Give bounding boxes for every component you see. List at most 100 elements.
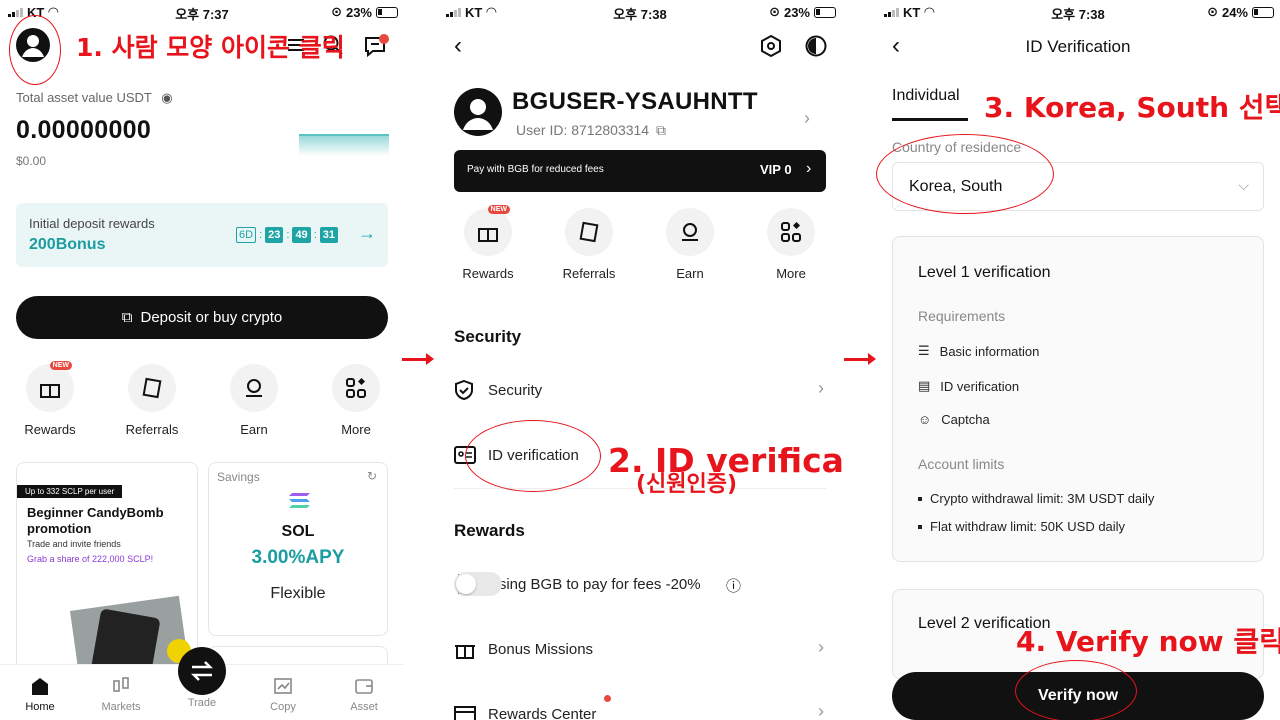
gift-icon: NEW [464, 205, 512, 256]
requirement-text: ID verification [940, 378, 1020, 394]
savings-coin: SOL [281, 523, 315, 540]
savings-type: Flexible [270, 585, 326, 602]
promo-timer: 6D: 23: 49: 31 [236, 227, 338, 243]
tab-underline [892, 118, 968, 121]
tab-home[interactable]: Home [10, 675, 70, 713]
bgb-fee-toggle[interactable] [454, 572, 502, 596]
person-list-icon: ☰ [918, 343, 930, 358]
quick-action-label: Earn [240, 422, 268, 437]
earn-icon [666, 208, 714, 256]
limit-crypto: Crypto withdrawal limit: 3M USDT daily [918, 491, 1154, 506]
battery-icon [814, 6, 836, 18]
referral-icon [128, 364, 176, 412]
battery-percent: 24% [1221, 4, 1248, 20]
quick-action-earn[interactable]: Earn [214, 364, 294, 437]
quick-action-label: More [776, 266, 806, 281]
flow-arrow-2 [844, 353, 876, 365]
markets-icon [113, 677, 129, 692]
chevron-right-icon: › [818, 637, 824, 657]
sol-logo-icon [288, 491, 312, 511]
candybomb-tag: Up to 332 SCLP per user [17, 485, 123, 498]
tab-individual[interactable]: Individual [892, 87, 960, 105]
battery: ⊙ 23% [769, 4, 836, 20]
swap-icon [190, 661, 214, 681]
menu-row-rewards-center[interactable]: Rewards Center › [454, 695, 826, 720]
deposit-button-label: Deposit or buy crypto [140, 309, 283, 326]
menu-row-label: Bonus Missions [488, 641, 594, 658]
quick-action-referrals[interactable]: Referrals [112, 364, 192, 437]
total-asset-value: 0.00000000 [16, 116, 152, 144]
tab-asset[interactable]: Asset [334, 675, 394, 713]
deposit-icon: ⧉ [121, 309, 133, 326]
timer-minutes: 49 [292, 227, 311, 243]
tab-trade[interactable]: Trade [172, 697, 232, 709]
theme-toggle-icon[interactable] [805, 35, 827, 57]
annotation-ring-country [876, 134, 1054, 214]
requirement-id: ▤ ID verification [918, 378, 1019, 394]
battery-icon [1252, 6, 1274, 18]
new-badge: NEW [487, 205, 510, 214]
status-bar: KT ◠ 오후 7:38 ⊙ 23% [438, 0, 842, 24]
status-bar: KT ◠ 오후 7:37 ⊙ 23% [0, 0, 404, 24]
bottom-tab-bar: Home Markets Trade Copy Asset [0, 647, 404, 720]
settings-icon[interactable] [760, 34, 782, 58]
menu-row-bonus-missions[interactable]: Bonus Missions › [454, 631, 826, 667]
user-id: User ID: 8712803314 ⧉ [516, 122, 666, 139]
candybomb-sub: Trade and invite friends [27, 539, 121, 549]
screen-id-verification: KT ◠ 오후 7:38 ⊙ 24% ‹ ID Verification Ind… [876, 0, 1280, 720]
user-avatar [454, 88, 502, 136]
refresh-icon[interactable]: ↻ [367, 469, 377, 483]
quick-action-more[interactable]: More [316, 364, 396, 437]
quick-action-rewards[interactable]: NEW Rewards [10, 361, 90, 437]
annotation-step-3: 3. Korea, South 선택 [984, 91, 1280, 124]
screen-home: KT ◠ 오후 7:37 ⊙ 23% Total asset value USD… [0, 0, 404, 720]
limit-text: Flat withdraw limit: 50K USD daily [930, 519, 1126, 534]
username: BGUSER-YSAUHNTT [512, 88, 758, 115]
trade-fab-button[interactable] [178, 647, 226, 695]
timer-hours: 23 [265, 227, 284, 243]
profile-chevron-icon[interactable]: › [804, 108, 810, 129]
quick-action-label: Referrals [125, 422, 179, 437]
asset-sparkline [299, 134, 389, 156]
menu-row-security[interactable]: Security › [454, 372, 826, 408]
eye-icon[interactable]: ◉ [161, 90, 172, 105]
promo-title: Initial deposit rewards [29, 216, 155, 231]
menu-row-bgb-fees: Using BGB to pay for fees -20% ⓘ [454, 566, 826, 602]
savings-card[interactable]: Savings ↻ SOL 3.00%APY Flexible [208, 462, 388, 636]
annotation-step-4: 4. Verify now 클릭 [1016, 625, 1280, 658]
tab-copy[interactable]: Copy [253, 675, 313, 713]
copy-icon[interactable]: ⧉ [656, 122, 666, 138]
message-icon[interactable] [364, 34, 390, 58]
tab-label: Asset [350, 701, 378, 713]
quick-action-more[interactable]: More [751, 208, 831, 281]
user-id-text: User ID: 8712803314 [516, 122, 650, 138]
menu-row-label: Rewards Center [488, 706, 597, 720]
more-grid-icon [332, 364, 380, 412]
battery-percent: 23% [345, 4, 372, 20]
timer-seconds: 31 [319, 227, 338, 243]
tab-markets[interactable]: Markets [91, 675, 151, 713]
page-title: ID Verification [1025, 37, 1131, 56]
back-icon[interactable]: ‹ [454, 32, 462, 60]
level1-card: Level 1 verification Requirements ☰ Basi… [892, 236, 1264, 562]
quick-action-referrals[interactable]: Referrals [549, 208, 629, 281]
deposit-button[interactable]: ⧉ Deposit or buy crypto [16, 296, 388, 339]
candybomb-card[interactable]: Up to 332 SCLP per user Beginner CandyBo… [16, 462, 198, 672]
earn-icon [230, 364, 278, 412]
wallet-icon [355, 679, 373, 694]
quick-action-label: More [341, 422, 371, 437]
timer-days: 6D [236, 227, 257, 243]
quick-action-rewards[interactable]: NEW Rewards [448, 205, 528, 281]
shield-icon [455, 379, 473, 401]
limit-text: Crypto withdrawal limit: 3M USDT daily [930, 491, 1155, 506]
total-asset-label-text: Total asset value USDT [16, 90, 152, 105]
info-icon[interactable]: ⓘ [726, 575, 741, 596]
home-icon [32, 678, 48, 695]
copy-trade-icon [274, 678, 292, 694]
annotation-ring-avatar [9, 15, 61, 85]
limit-fiat: Flat withdraw limit: 50K USD daily [918, 519, 1125, 534]
vip-banner[interactable]: Pay with BGB for reduced fees VIP 0 › [454, 150, 826, 192]
deposit-rewards-banner[interactable]: Initial deposit rewards 200Bonus 6D: 23:… [16, 203, 388, 267]
limits-header: Account limits [918, 456, 1005, 472]
quick-action-earn[interactable]: Earn [650, 208, 730, 281]
